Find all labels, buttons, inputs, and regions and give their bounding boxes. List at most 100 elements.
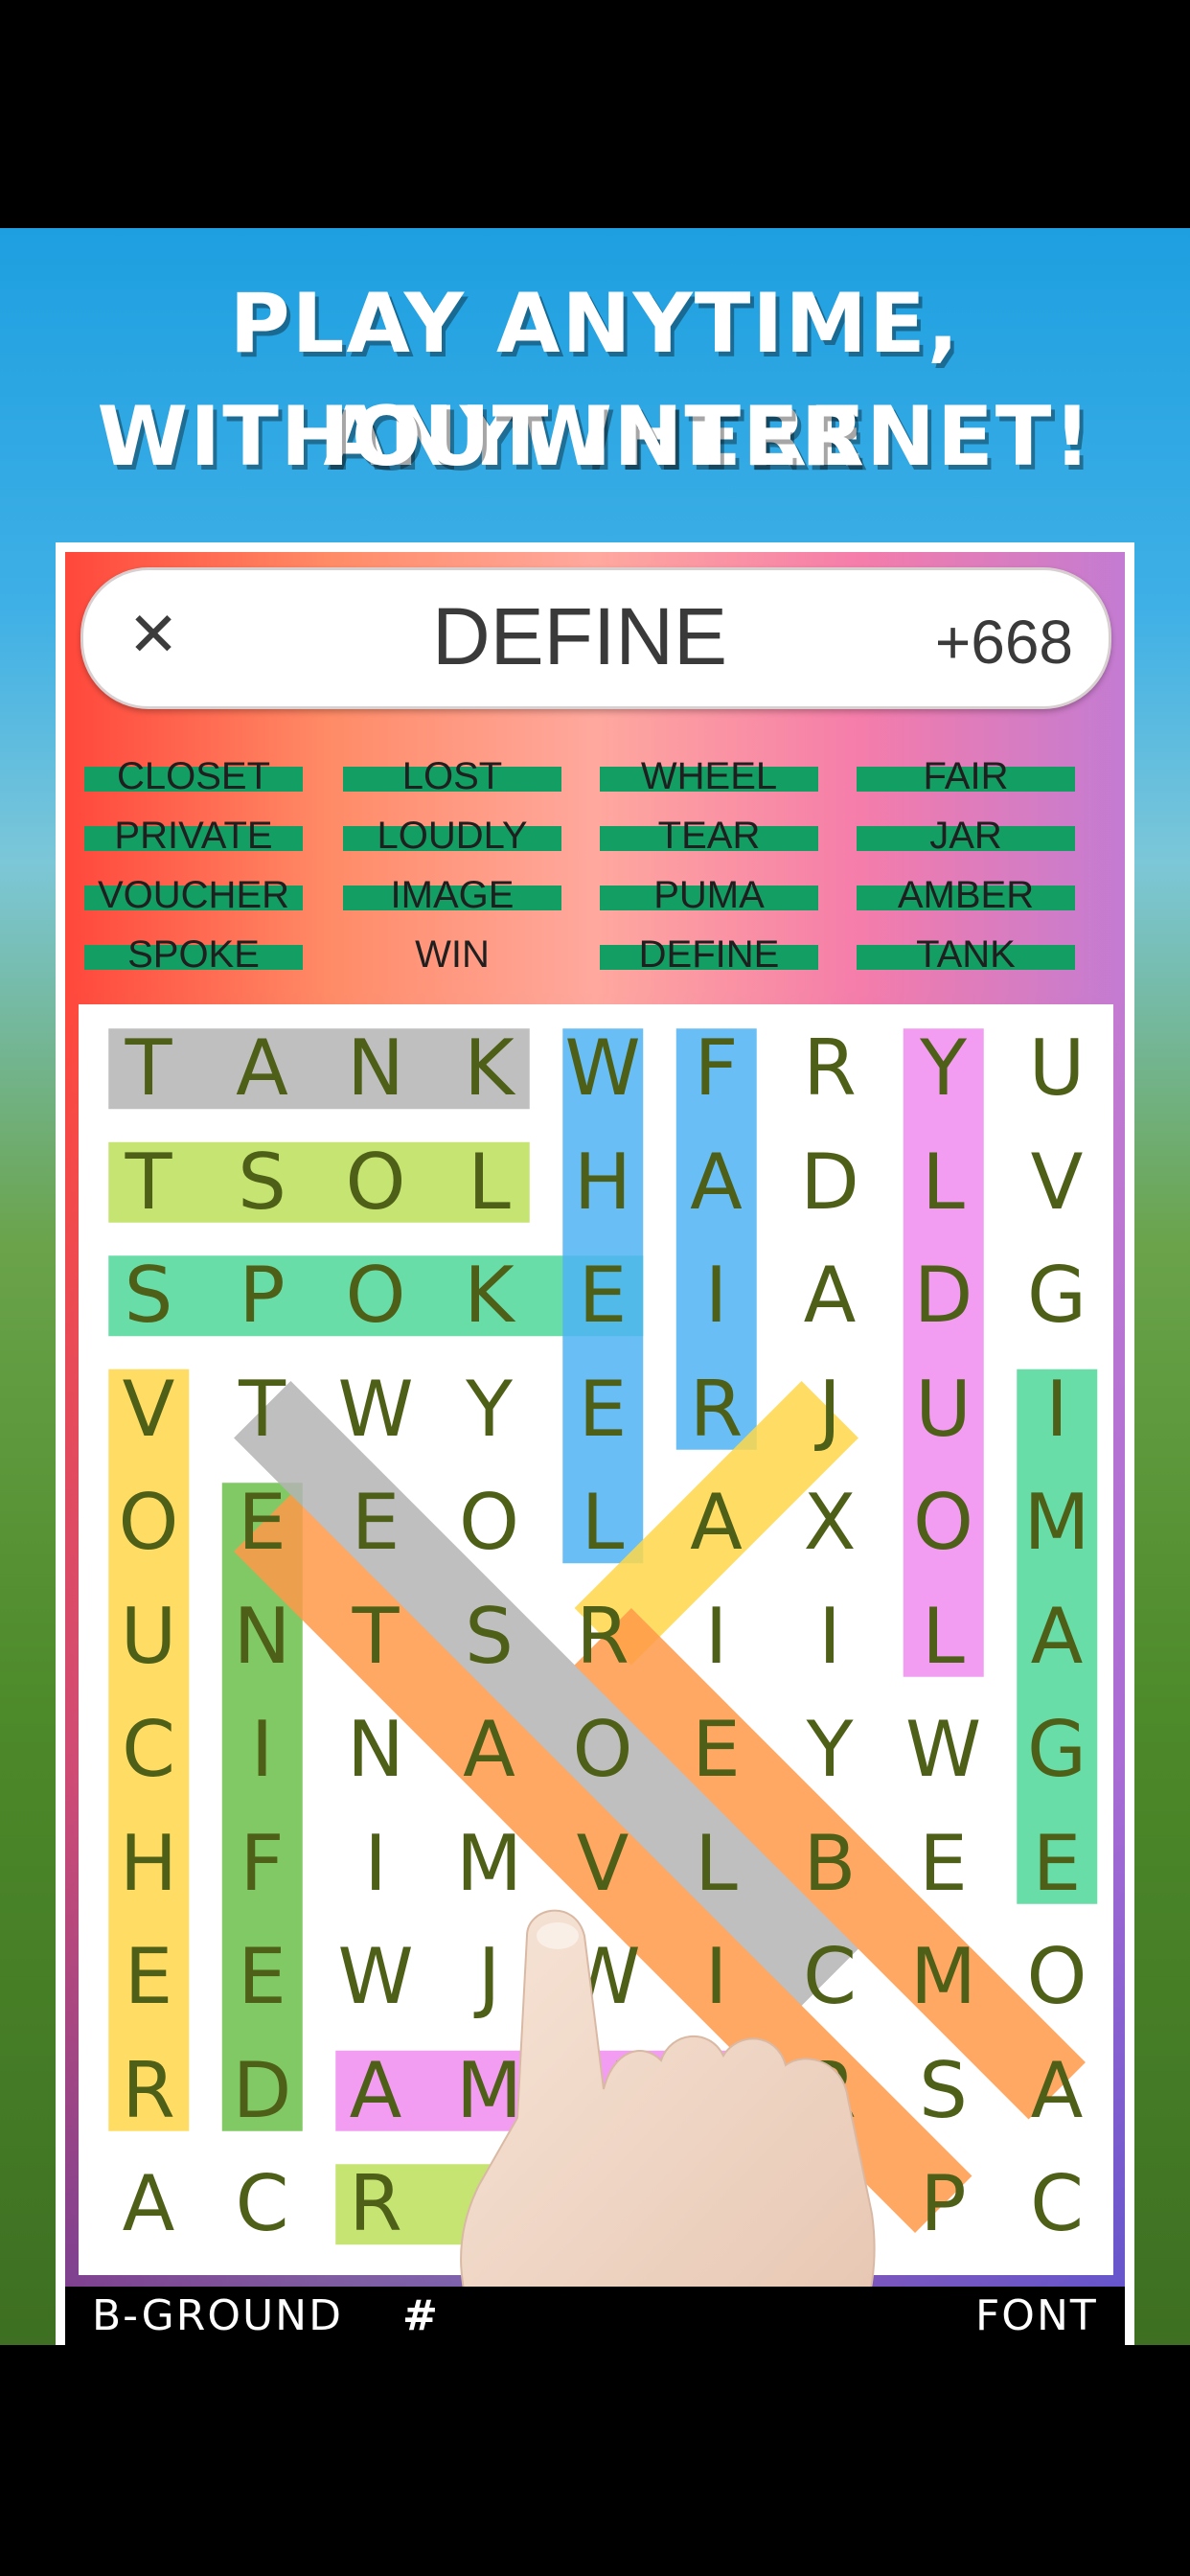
grid-letter[interactable]: F [206, 1807, 319, 1920]
grid-letter[interactable]: C [92, 1693, 205, 1806]
grid-letter[interactable]: D [206, 2035, 319, 2148]
grid-letter[interactable]: A [1000, 1580, 1113, 1693]
grid-letter[interactable]: E [1000, 1807, 1113, 1920]
grid-letter[interactable]: E [206, 1920, 319, 2034]
grid-letter[interactable]: C [206, 2148, 319, 2261]
grid-letter[interactable]: N [206, 1580, 319, 1693]
score: +668 [934, 608, 1073, 677]
grid-letter[interactable]: O [433, 1466, 546, 1579]
grid-letter[interactable]: L [546, 1466, 659, 1579]
grid-letter[interactable]: W [546, 1012, 659, 1125]
grid-letter[interactable]: P [206, 1239, 319, 1352]
grid-letter[interactable]: E [660, 1693, 773, 1806]
grid-letter[interactable]: F [660, 1012, 773, 1125]
grid-letter[interactable]: U [887, 1353, 1000, 1466]
word-list-item: JAR [857, 811, 1075, 861]
grid-letter[interactable]: X [773, 1466, 886, 1579]
word-list-item: PRIVATE [84, 811, 303, 861]
grid-letter[interactable]: C [1000, 2148, 1113, 2261]
grid-letter[interactable]: R [319, 2148, 432, 2261]
grid-letter[interactable]: Y [887, 1012, 1000, 1125]
grid-letter[interactable]: I [206, 1693, 319, 1806]
grid-letter[interactable]: A [773, 1239, 886, 1352]
word-list-item: FAIR [857, 751, 1075, 801]
grid-letter[interactable]: T [206, 1353, 319, 1466]
grid-letter[interactable]: Y [433, 1353, 546, 1466]
grid-letter[interactable]: R [546, 1580, 659, 1693]
word-list-label: DEFINE [638, 933, 780, 976]
headline-line-2: WITHOUT INTERNET! [97, 389, 1093, 485]
grid-letter[interactable]: S [433, 1580, 546, 1693]
grid-letter[interactable]: M [1000, 1466, 1113, 1579]
grid-letter[interactable]: I [773, 1580, 886, 1693]
word-list-label: WIN [415, 933, 490, 976]
grid-letter[interactable]: A [1000, 2035, 1113, 2148]
grid-letter[interactable]: G [1000, 1693, 1113, 1806]
grid-letter[interactable]: R [773, 1012, 886, 1125]
grid-letter[interactable]: U [1000, 1012, 1113, 1125]
word-list-item: PUMA [600, 870, 818, 920]
grid-letter[interactable]: I [1000, 1353, 1113, 1466]
grid-letter[interactable]: W [887, 1693, 1000, 1806]
grid-letter[interactable]: A [92, 2148, 205, 2261]
pointing-hand-icon [460, 1909, 876, 2345]
grid-letter[interactable]: L [433, 1126, 546, 1239]
grid-letter[interactable]: A [660, 1126, 773, 1239]
grid-letter[interactable]: I [660, 1239, 773, 1352]
grid-letter[interactable]: A [319, 2035, 432, 2148]
grid-letter[interactable]: S [206, 1126, 319, 1239]
grid-letter[interactable]: T [92, 1012, 205, 1125]
word-list-label: PRIVATE [114, 815, 273, 857]
word-list-item: DEFINE [600, 930, 818, 979]
grid-letter[interactable]: N [319, 1012, 432, 1125]
word-list-label: IMAGE [390, 874, 515, 916]
grid-letter[interactable]: L [887, 1580, 1000, 1693]
grid-letter[interactable]: O [887, 1466, 1000, 1579]
grid-letter[interactable]: U [92, 1580, 205, 1693]
grid-letter[interactable]: O [92, 1466, 205, 1579]
grid-letter[interactable]: L [887, 1126, 1000, 1239]
close-icon[interactable]: ✕ [125, 602, 182, 669]
grid-letter[interactable]: I [319, 1807, 432, 1920]
grid-letter[interactable]: H [92, 1807, 205, 1920]
grid-letter[interactable]: G [1000, 1239, 1113, 1352]
grid-letter[interactable]: H [546, 1126, 659, 1239]
grid-letter[interactable]: T [319, 1580, 432, 1693]
grid-letter[interactable]: O [546, 1693, 659, 1806]
grid-letter[interactable]: E [206, 1466, 319, 1579]
grid-letter[interactable]: N [319, 1693, 432, 1806]
grid-letter[interactable]: D [773, 1126, 886, 1239]
grid-letter[interactable]: K [433, 1239, 546, 1352]
font-button[interactable]: FONT [975, 2287, 1098, 2345]
grid-letter[interactable]: W [319, 1353, 432, 1466]
grid-letter[interactable]: A [206, 1012, 319, 1125]
word-list-item: WHEEL [600, 751, 818, 801]
home-indicator-area [0, 2345, 1190, 2576]
grid-letter[interactable]: A [660, 1466, 773, 1579]
grid-letter[interactable]: R [92, 2035, 205, 2148]
word-list-label: FAIR [923, 755, 1009, 797]
grid-letter[interactable]: E [319, 1466, 432, 1579]
word-list-label: WHEEL [640, 755, 778, 797]
grid-letter[interactable]: S [92, 1239, 205, 1352]
grid-letter[interactable]: J [773, 1353, 886, 1466]
grid-letter[interactable]: Y [773, 1693, 886, 1806]
grid-letter[interactable]: A [433, 1693, 546, 1806]
grid-letter[interactable]: R [660, 1353, 773, 1466]
grid-letter[interactable]: O [1000, 1920, 1113, 2034]
grid-letter[interactable]: O [319, 1126, 432, 1239]
grid-letter[interactable]: V [1000, 1126, 1113, 1239]
grid-letter[interactable]: K [433, 1012, 546, 1125]
grid-letter[interactable]: D [887, 1239, 1000, 1352]
grid-toggle-button[interactable]: # [402, 2287, 440, 2345]
grid-letter[interactable]: E [546, 1353, 659, 1466]
grid-letter[interactable]: O [319, 1239, 432, 1352]
grid-letter[interactable]: V [92, 1353, 205, 1466]
grid-letter[interactable]: W [319, 1920, 432, 2034]
grid-letter[interactable]: E [546, 1239, 659, 1352]
background-button[interactable]: B-GROUND [92, 2287, 343, 2345]
grid-letter[interactable]: E [92, 1920, 205, 2034]
grid-letter[interactable]: I [660, 1580, 773, 1693]
word-list-item: IMAGE [343, 870, 561, 920]
grid-letter[interactable]: T [92, 1126, 205, 1239]
